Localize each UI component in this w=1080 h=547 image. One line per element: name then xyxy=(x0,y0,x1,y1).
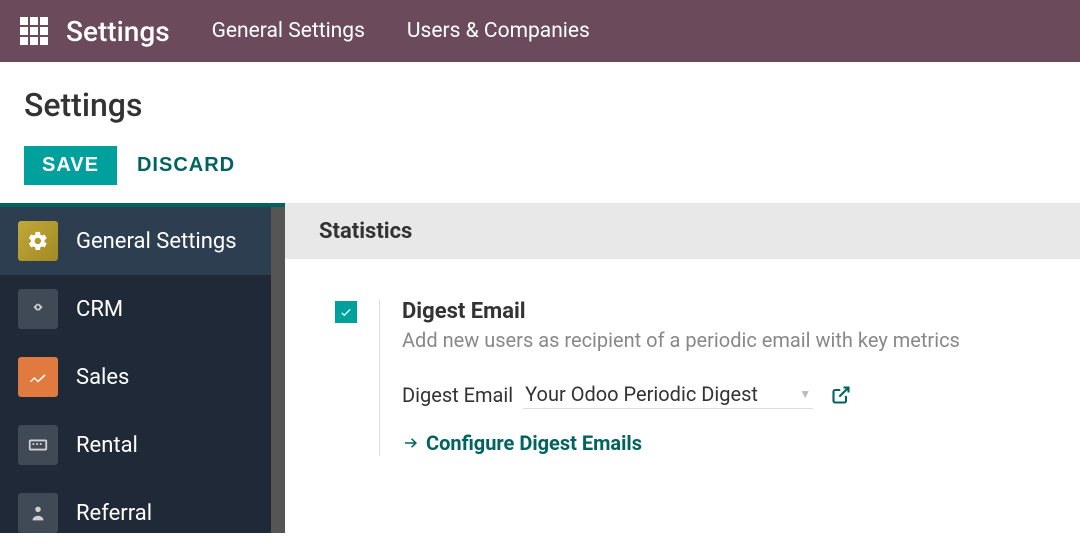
digest-email-checkbox[interactable] xyxy=(335,301,357,323)
configure-digest-link[interactable]: Configure Digest Emails xyxy=(402,431,642,455)
digest-field-row: Digest Email Your Odoo Periodic Digest ▼ xyxy=(402,380,960,409)
external-link-icon[interactable] xyxy=(831,385,851,405)
digest-block: Digest Email Add new users as recipient … xyxy=(402,299,960,456)
digest-field-label: Digest Email xyxy=(402,383,513,407)
section-body: Digest Email Add new users as recipient … xyxy=(285,259,1080,496)
sidebar-item-label: Sales xyxy=(76,365,129,390)
menu-users-companies[interactable]: Users & Companies xyxy=(407,19,590,43)
subheader: Settings SAVE DISCARD xyxy=(0,62,1080,203)
gear-icon xyxy=(18,221,58,261)
sidebar-item-sales[interactable]: Sales xyxy=(0,343,285,411)
content: General Settings CRM Sales Rental Referr… xyxy=(0,203,1080,533)
save-button[interactable]: SAVE xyxy=(24,146,117,185)
sidebar-item-label: Rental xyxy=(76,433,138,458)
person-icon xyxy=(18,493,58,533)
apps-menu-icon[interactable] xyxy=(20,17,48,45)
topbar: Settings General Settings Users & Compan… xyxy=(0,0,1080,62)
chevron-down-icon: ▼ xyxy=(799,387,811,401)
sidebar-item-general-settings[interactable]: General Settings xyxy=(0,207,285,275)
menu-general-settings[interactable]: General Settings xyxy=(212,19,365,43)
app-title: Settings xyxy=(66,15,170,48)
chart-icon xyxy=(18,357,58,397)
sidebar-item-referral[interactable]: Referral xyxy=(0,479,285,547)
section-header-statistics: Statistics xyxy=(285,203,1080,259)
page-title: Settings xyxy=(24,86,1056,124)
discard-button[interactable]: DISCARD xyxy=(137,154,235,177)
sidebar: General Settings CRM Sales Rental Referr… xyxy=(0,203,285,533)
keyboard-icon xyxy=(18,425,58,465)
sidebar-scrollbar[interactable] xyxy=(271,207,285,533)
digest-title: Digest Email xyxy=(402,299,960,324)
sidebar-item-label: CRM xyxy=(76,297,123,322)
sidebar-item-rental[interactable]: Rental xyxy=(0,411,285,479)
check-icon xyxy=(339,305,353,319)
action-buttons: SAVE DISCARD xyxy=(24,146,1056,185)
digest-select[interactable]: Your Odoo Periodic Digest ▼ xyxy=(523,380,813,409)
main-panel: Statistics Digest Email Add new users as… xyxy=(285,203,1080,533)
arrow-right-icon xyxy=(402,434,420,452)
sidebar-item-label: General Settings xyxy=(76,229,237,254)
sidebar-item-crm[interactable]: CRM xyxy=(0,275,285,343)
sidebar-item-label: Referral xyxy=(76,501,152,526)
handshake-icon xyxy=(18,289,58,329)
configure-digest-label: Configure Digest Emails xyxy=(426,431,642,455)
vertical-divider xyxy=(379,299,380,456)
digest-description: Add new users as recipient of a periodic… xyxy=(402,328,960,352)
digest-select-value: Your Odoo Periodic Digest xyxy=(525,382,758,406)
